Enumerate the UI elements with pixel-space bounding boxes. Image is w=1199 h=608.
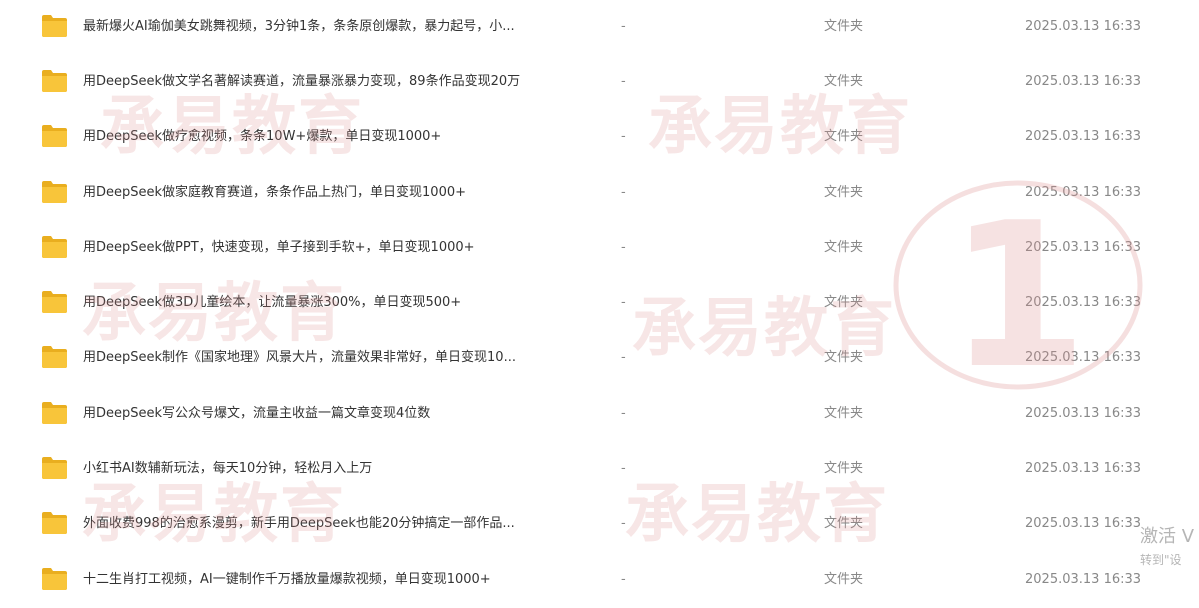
file-date: 2025.03.13 16:33 — [1025, 19, 1142, 34]
file-name[interactable]: 十二生肖打工视频，AI一键制作千万播放量爆款视频，单日变现1000+ — [83, 571, 583, 589]
file-size: - — [621, 74, 626, 89]
file-size: - — [621, 461, 626, 476]
file-type: 文件夹 — [824, 19, 864, 34]
file-name[interactable]: 用DeepSeek做疗愈视频，条条10W+爆款，单日变现1000+ — [83, 128, 583, 146]
file-name[interactable]: 外面收费998的治愈系漫剪，新手用DeepSeek也能20分钟搞定一部作品... — [83, 515, 583, 533]
file-size: - — [621, 406, 626, 421]
folder-icon — [41, 345, 68, 369]
file-name[interactable]: 用DeepSeek写公众号爆文，流量主收益一篇文章变现4位数 — [83, 405, 583, 423]
file-size: - — [621, 350, 626, 365]
activation-title: 激活 V — [1140, 526, 1195, 547]
file-type: 文件夹 — [824, 406, 864, 421]
file-row[interactable]: 最新爆火AI瑜伽美女跳舞视频，3分钟1条，条条原创爆款，暴力起号，小... - … — [0, 0, 1199, 55]
file-type: 文件夹 — [824, 461, 864, 476]
file-date: 2025.03.13 16:33 — [1025, 350, 1142, 365]
file-type: 文件夹 — [824, 350, 864, 365]
file-date: 2025.03.13 16:33 — [1025, 185, 1142, 200]
file-size: - — [621, 240, 626, 255]
file-date: 2025.03.13 16:33 — [1025, 240, 1142, 255]
file-size: - — [621, 516, 626, 531]
file-name[interactable]: 用DeepSeek做家庭教育赛道，条条作品上热门，单日变现1000+ — [83, 184, 583, 202]
file-row[interactable]: 用DeepSeek做文学名著解读赛道，流量暴涨暴力变现，89条作品变现20万 -… — [0, 55, 1199, 110]
folder-icon — [41, 401, 68, 425]
file-name[interactable]: 最新爆火AI瑜伽美女跳舞视频，3分钟1条，条条原创爆款，暴力起号，小... — [83, 18, 583, 36]
file-row[interactable]: 十二生肖打工视频，AI一键制作千万播放量爆款视频，单日变现1000+ - 文件夹… — [0, 553, 1199, 608]
file-date: 2025.03.13 16:33 — [1025, 572, 1142, 587]
file-row[interactable]: 小红书AI数辅新玩法，每天10分钟，轻松月入上万 - 文件夹 2025.03.1… — [0, 442, 1199, 497]
folder-icon — [41, 567, 68, 591]
file-type: 文件夹 — [824, 516, 864, 531]
file-name[interactable]: 用DeepSeek制作《国家地理》风景大片，流量效果非常好，单日变现10... — [83, 349, 583, 367]
file-row[interactable]: 用DeepSeek做3D儿童绘本，让流量暴涨300%，单日变现500+ - 文件… — [0, 276, 1199, 331]
file-date: 2025.03.13 16:33 — [1025, 406, 1142, 421]
file-type: 文件夹 — [824, 295, 864, 310]
file-size: - — [621, 185, 626, 200]
file-date: 2025.03.13 16:33 — [1025, 129, 1142, 144]
file-date: 2025.03.13 16:33 — [1025, 74, 1142, 89]
file-row[interactable]: 用DeepSeek做PPT，快速变现，单子接到手软+，单日变现1000+ - 文… — [0, 221, 1199, 276]
file-type: 文件夹 — [824, 572, 864, 587]
file-name[interactable]: 用DeepSeek做3D儿童绘本，让流量暴涨300%，单日变现500+ — [83, 294, 583, 312]
file-type: 文件夹 — [824, 129, 864, 144]
file-row[interactable]: 用DeepSeek做疗愈视频，条条10W+爆款，单日变现1000+ - 文件夹 … — [0, 110, 1199, 165]
folder-icon — [41, 290, 68, 314]
file-size: - — [621, 129, 626, 144]
activation-subtitle: 转到"设 — [1140, 553, 1182, 567]
folder-icon — [41, 511, 68, 535]
file-row[interactable]: 用DeepSeek制作《国家地理》风景大片，流量效果非常好，单日变现10... … — [0, 331, 1199, 386]
file-date: 2025.03.13 16:33 — [1025, 295, 1142, 310]
file-row[interactable]: 用DeepSeek做家庭教育赛道，条条作品上热门，单日变现1000+ - 文件夹… — [0, 166, 1199, 221]
file-row[interactable]: 用DeepSeek写公众号爆文，流量主收益一篇文章变现4位数 - 文件夹 202… — [0, 387, 1199, 442]
file-size: - — [621, 295, 626, 310]
file-type: 文件夹 — [824, 185, 864, 200]
folder-icon — [41, 69, 68, 93]
file-list: 最新爆火AI瑜伽美女跳舞视频，3分钟1条，条条原创爆款，暴力起号，小... - … — [0, 0, 1199, 603]
folder-icon — [41, 14, 68, 38]
folder-icon — [41, 180, 68, 204]
file-size: - — [621, 19, 626, 34]
folder-icon — [41, 235, 68, 259]
folder-icon — [41, 456, 68, 480]
folder-icon — [41, 124, 68, 148]
file-name[interactable]: 用DeepSeek做PPT，快速变现，单子接到手软+，单日变现1000+ — [83, 239, 583, 257]
file-size: - — [621, 572, 626, 587]
file-type: 文件夹 — [824, 240, 864, 255]
file-type: 文件夹 — [824, 74, 864, 89]
file-name[interactable]: 小红书AI数辅新玩法，每天10分钟，轻松月入上万 — [83, 460, 583, 478]
file-name[interactable]: 用DeepSeek做文学名著解读赛道，流量暴涨暴力变现，89条作品变现20万 — [83, 73, 583, 91]
file-row[interactable]: 外面收费998的治愈系漫剪，新手用DeepSeek也能20分钟搞定一部作品...… — [0, 497, 1199, 552]
file-date: 2025.03.13 16:33 — [1025, 461, 1142, 476]
file-date: 2025.03.13 16:33 — [1025, 516, 1142, 531]
